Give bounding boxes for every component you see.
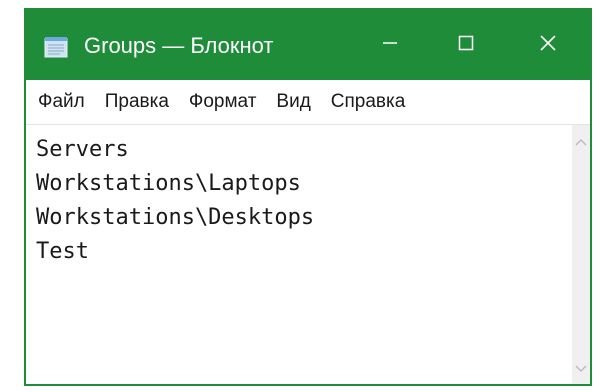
menu-bar: Файл Правка Формат Вид Справка	[26, 80, 590, 125]
menu-item-view[interactable]: Вид	[266, 80, 320, 124]
minimize-icon	[380, 33, 400, 58]
text-line: Test	[36, 239, 89, 264]
text-editor-area[interactable]: Servers Workstations\Laptops Workstation…	[26, 125, 572, 384]
close-button[interactable]	[504, 10, 590, 80]
window-title: Groups — Блокнот	[84, 33, 274, 58]
maximize-icon	[456, 33, 476, 58]
text-line: Workstations\Desktops	[36, 205, 315, 230]
menu-item-file[interactable]: Файл	[26, 80, 95, 124]
close-icon	[538, 33, 558, 58]
chevron-down-icon[interactable]	[572, 360, 590, 378]
vertical-scrollbar[interactable]	[572, 125, 590, 384]
minimize-button[interactable]	[352, 10, 428, 80]
notepad-window: Groups — Блокнот Файл Правка Формат Вид …	[24, 8, 592, 386]
chevron-up-icon[interactable]	[572, 133, 590, 151]
text-line: Workstations\Laptops	[36, 171, 301, 196]
maximize-button[interactable]	[428, 10, 504, 80]
menu-item-edit[interactable]: Правка	[95, 80, 179, 124]
title-bar[interactable]: Groups — Блокнот	[26, 10, 590, 80]
text-line: Servers	[36, 137, 129, 162]
menu-item-help[interactable]: Справка	[321, 80, 416, 124]
menu-item-format[interactable]: Формат	[179, 80, 267, 124]
notepad-icon	[44, 36, 70, 58]
